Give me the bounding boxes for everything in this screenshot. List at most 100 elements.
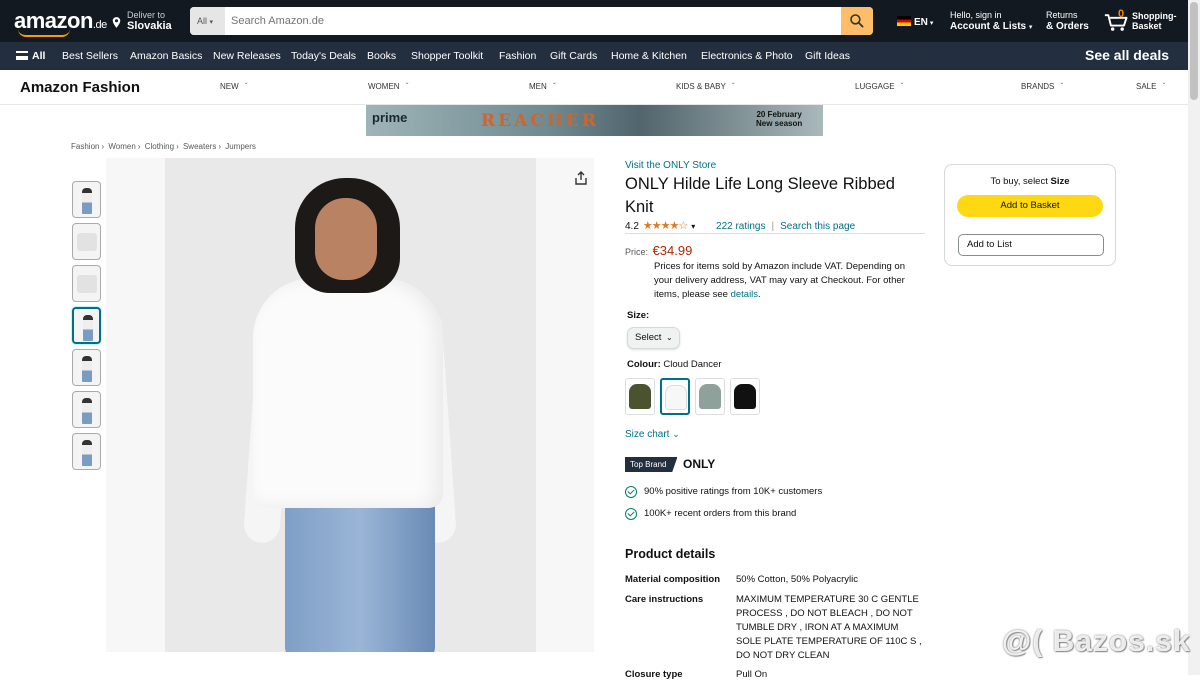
chevron-down-icon: ⌄ [672,429,680,439]
detail-value: MAXIMUM TEMPERATURE 30 C GENTLE PROCESS … [736,594,922,661]
divider [625,233,925,234]
see-all-deals-link[interactable]: See all deals [1085,47,1169,63]
deliver-label: Deliver to [127,10,166,20]
thumbnail[interactable] [72,391,101,428]
nav-item-electronics-photo[interactable]: Electronics & Photo [701,50,793,62]
product-photo [165,158,536,652]
price: Price: €34.99 [625,243,693,258]
brand-name: ONLY [683,457,716,471]
vat-notice: Prices for items sold by Amazon include … [654,261,905,300]
bazos-watermark: @( Bazos.sk [1002,625,1191,658]
buy-box: To buy, select Size Add to Basket Add to… [944,164,1116,266]
nav-item-amazon-basics[interactable]: Amazon Basics [130,50,202,62]
nav-item-home-kitchen[interactable]: Home & Kitchen [611,50,687,62]
thumbnail-selected[interactable] [72,307,101,344]
breadcrumb-item[interactable]: Jumpers [225,142,256,151]
thumbnail[interactable] [72,223,101,260]
size-label: Size: [627,310,650,321]
nav-item-shopper-toolkit[interactable]: Shopper Toolkit [411,50,483,62]
search-button[interactable] [841,7,873,35]
nav-item-gift-cards[interactable]: Gift Cards [550,50,597,62]
size-select[interactable]: Select ⌄ [627,327,680,349]
vat-details-link[interactable]: details [731,289,758,300]
fashion-cat-luggage[interactable]: LUGGAGE [855,82,903,91]
brand-fact: 90% positive ratings from 10K+ customers [644,486,823,497]
amazon-logo[interactable]: amazon.de [14,8,107,37]
buy-hint: To buy, select Size [990,176,1070,187]
prime-logo: prime [372,110,408,125]
fashion-cat-new[interactable]: NEW [220,82,248,91]
location-pin-icon [112,17,121,28]
colour-swatch-olive[interactable] [625,378,655,415]
basket-button[interactable]: 0 Shopping- Basket [1104,8,1184,35]
returns-orders-link[interactable]: Returns & Orders [1046,10,1089,32]
top-header: amazon.de Deliver toSlovakia All ▾ EN▾ H… [0,0,1188,42]
detail-key: Material composition [625,574,721,585]
share-icon[interactable] [574,171,588,185]
colour-swatch-cloud-dancer[interactable] [660,378,690,415]
product-title: ONLY Hilde Life Long Sleeve Ribbed Knit [625,175,895,216]
colour-value: Cloud Dancer [663,359,722,370]
deliver-country: Slovakia [127,20,172,32]
colour-swatch-black[interactable] [730,378,760,415]
search-input[interactable] [225,7,831,35]
fashion-cat-sale[interactable]: SALE [1136,82,1165,91]
detail-value: Pull On [736,669,768,680]
search-this-page-link[interactable]: Search this page [780,221,855,232]
fashion-cat-kids-baby[interactable]: KIDS & BABY [676,82,735,91]
store-link[interactable]: Visit the ONLY Store [625,160,716,171]
search-bar: All ▾ [190,7,873,35]
page-scrollbar[interactable] [1188,0,1200,675]
search-category-dropdown[interactable]: All ▾ [190,7,225,35]
detail-key: Care instructions [625,594,704,605]
thumbnail[interactable] [72,265,101,302]
check-circle-icon [625,508,637,520]
chevron-down-icon: ⌄ [666,333,673,342]
rating-value: 4.2 [625,221,639,232]
breadcrumb-item[interactable]: Fashion [71,142,99,151]
nav-item-new-releases[interactable]: New Releases [213,50,281,62]
search-icon [850,14,864,28]
all-menu-button[interactable]: All [16,50,45,62]
nav-item-best-sellers[interactable]: Best Sellers [62,50,118,62]
basket-count: 0 [1118,8,1125,20]
prime-video-banner[interactable]: prime REACHER 20 February New season [366,105,823,136]
scrollbar-thumb[interactable] [1190,2,1198,100]
thumbnail[interactable] [72,181,101,218]
breadcrumb: Fashion › Women › Clothing › Sweaters › Jump… [71,142,256,151]
banner-date: 20 February New season [756,110,803,128]
nav-bar: All Best Sellers Amazon Basics New Relea… [0,42,1188,70]
add-to-list-button[interactable]: Add to List [958,234,1104,256]
fashion-cat-women[interactable]: WOMEN [368,82,408,91]
nav-item-fashion[interactable]: Fashion [499,50,536,62]
thumbnail[interactable] [72,433,101,470]
main-product-image[interactable] [106,158,594,652]
fashion-subnav: Amazon Fashion NEW WOMEN MEN KIDS & BABY… [0,70,1188,105]
deliver-to[interactable]: Deliver to Slovakia [112,10,172,32]
ratings-count-link[interactable]: 222 ratings [716,221,765,232]
breadcrumb-item[interactable]: Women [108,142,135,151]
nav-item-todays-deals[interactable]: Today's Deals [291,50,356,62]
product-details-heading: Product details [625,547,716,561]
cart-icon [1104,14,1128,31]
breadcrumb-item[interactable]: Clothing [145,142,174,151]
rating-row: 4.2 ★★★★☆ ▾ 222 ratings | Search this page [625,219,856,232]
fashion-cat-brands[interactable]: BRANDS [1021,82,1063,91]
hamburger-icon [16,51,28,60]
star-rating-icon[interactable]: ★★★★☆ [643,219,688,232]
account-menu[interactable]: Hello, sign in Account & Lists ▾ [950,10,1032,33]
nav-item-gift-ideas[interactable]: Gift Ideas [805,50,850,62]
nav-item-books[interactable]: Books [367,50,396,62]
amazon-fashion-title[interactable]: Amazon Fashion [20,79,140,96]
language-selector[interactable]: EN ▾ [897,16,933,28]
thumbnail[interactable] [72,349,101,386]
brand-fact: 100K+ recent orders from this brand [644,508,797,519]
colour-swatch-grey-green[interactable] [695,378,725,415]
fashion-cat-men[interactable]: MEN [529,82,556,91]
add-to-basket-button[interactable]: Add to Basket [957,195,1103,217]
breadcrumb-item[interactable]: Sweaters [183,142,216,151]
chevron-down-icon[interactable]: ▾ [691,222,695,231]
top-brand-badge: Top Brand [625,457,678,472]
colour-label: Colour: Cloud Dancer [627,359,722,370]
size-chart-link[interactable]: Size chart ⌄ [625,429,680,440]
